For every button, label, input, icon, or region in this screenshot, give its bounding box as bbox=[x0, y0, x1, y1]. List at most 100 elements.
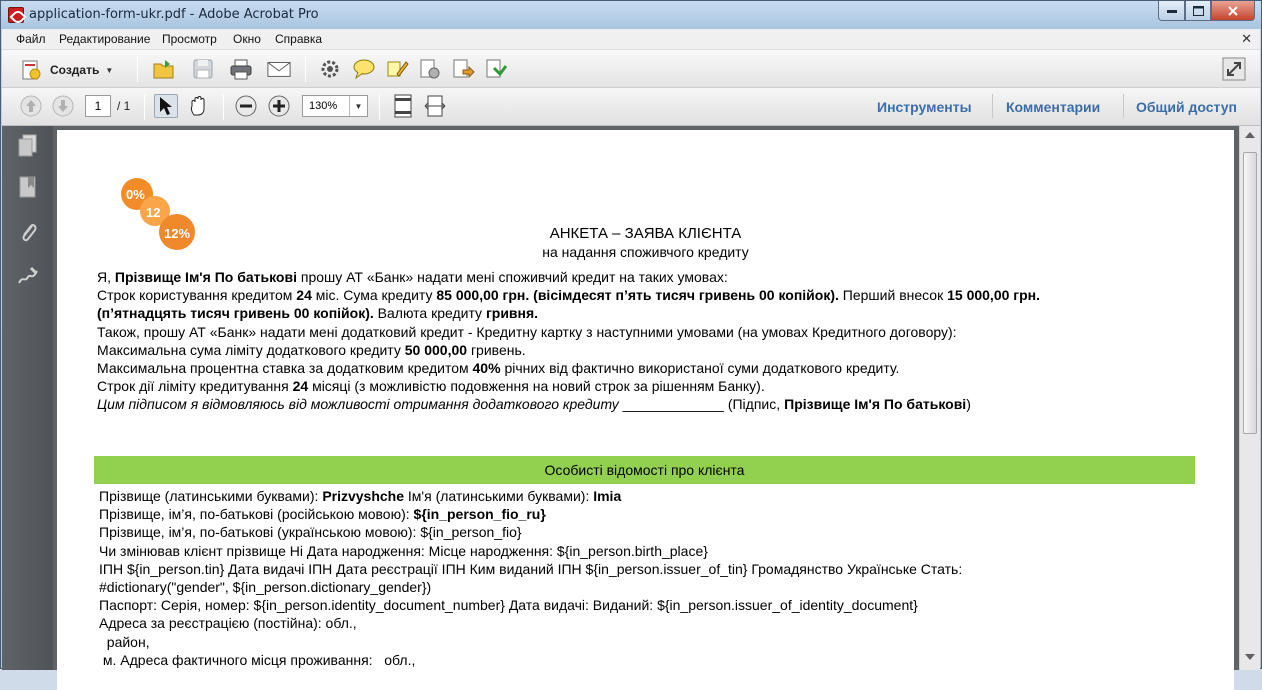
actual-address-line: м. Адреса фактичного місця проживання: о… bbox=[99, 651, 416, 668]
menu-edit[interactable]: Редактирование bbox=[59, 32, 150, 46]
menu-view[interactable]: Просмотр bbox=[162, 32, 217, 46]
form-subtitle: на надання споживчого кредиту bbox=[542, 244, 749, 260]
zoom-level-select[interactable]: 130% ▼ bbox=[302, 95, 368, 117]
additional-credit-line: Також, прошу АТ «Банк» надати мені додат… bbox=[97, 323, 957, 340]
title-bar: application-form-ukr.pdf - Adobe Acrobat… bbox=[1, 1, 1261, 29]
signature-suffix: ) bbox=[966, 396, 971, 413]
select-arrow-icon[interactable] bbox=[154, 94, 178, 118]
limit-term-value: 24 bbox=[292, 378, 309, 395]
redact-icon[interactable] bbox=[418, 57, 442, 81]
page-number-input[interactable]: 1 bbox=[85, 95, 111, 117]
limit-term-label: Строк дії ліміту кредитування bbox=[97, 378, 289, 395]
pdf-page: 0% 12 12% АНКЕТА – ЗАЯВА КЛІЄНТА на нада… bbox=[57, 130, 1234, 690]
toolbar-separator bbox=[223, 94, 224, 120]
maximize-button[interactable] bbox=[1185, 1, 1211, 21]
create-icon bbox=[22, 60, 41, 80]
term-line: Строк користування кредитом 24 міс. Сума… bbox=[97, 286, 1197, 304]
scrollbar-thumb[interactable] bbox=[1243, 152, 1257, 434]
limit-term-suffix: місяці (з можливістю подовження на новий… bbox=[312, 378, 765, 395]
page-thumbnails-icon[interactable] bbox=[16, 134, 40, 158]
term-unit: міс. Сума кредиту bbox=[315, 287, 433, 304]
window-title: application-form-ukr.pdf - Adobe Acrobat… bbox=[29, 7, 319, 22]
acrobat-window: application-form-ukr.pdf - Adobe Acrobat… bbox=[0, 0, 1262, 690]
registration-address-line: Адреса за реєстрацією (постійна): обл., bbox=[99, 615, 357, 632]
intro-suffix: прошу АТ «Банк» надати мені споживчий кр… bbox=[300, 269, 728, 285]
chevron-down-icon: ▼ bbox=[105, 65, 114, 75]
zoom-in-icon[interactable] bbox=[267, 94, 291, 118]
send-icon[interactable] bbox=[484, 57, 508, 81]
max-limit-line: Максимальна сума ліміту додаткового кред… bbox=[97, 341, 1197, 359]
max-limit-value: 50 000,00 bbox=[404, 341, 468, 358]
close-window-button[interactable] bbox=[1211, 1, 1255, 21]
form-title: АНКЕТА – ЗАЯВА КЛІЄНТА bbox=[549, 225, 742, 242]
rate-value: 40% bbox=[472, 360, 501, 377]
toolbar-separator bbox=[137, 56, 138, 82]
chevron-down-icon[interactable]: ▼ bbox=[349, 96, 367, 116]
toolbar-separator bbox=[144, 94, 145, 120]
personal-info-block: Прізвище (латинськими буквами): Prizvysh… bbox=[99, 487, 1199, 669]
term-value: 24 bbox=[296, 287, 312, 304]
down-payment-label: Перший внесок bbox=[842, 287, 944, 304]
save-icon[interactable] bbox=[191, 57, 215, 81]
previous-page-icon[interactable] bbox=[19, 94, 43, 118]
logo-zero-percent: 0% bbox=[126, 187, 145, 202]
logo-twelve: 12 bbox=[146, 205, 160, 220]
zoom-level-value: 130% bbox=[309, 100, 338, 112]
scroll-up-arrow-icon[interactable] bbox=[1245, 132, 1255, 138]
menu-window[interactable]: Окно bbox=[233, 32, 261, 46]
open-icon[interactable] bbox=[152, 57, 176, 81]
menu-file[interactable]: Файл bbox=[16, 32, 46, 46]
scroll-down-arrow-icon[interactable] bbox=[1245, 654, 1255, 660]
intro-line: Я, Прізвище Ім'я По батькові прошу АТ «Б… bbox=[97, 268, 1197, 286]
navigation-toolbar: 1 / 1 130% ▼ Инструменты Комментарии Общ… bbox=[2, 88, 1260, 126]
max-limit-unit: гривень. bbox=[470, 341, 526, 358]
rate-label: Максимальна процентна ставка за додатков… bbox=[97, 360, 469, 377]
district-line: район, bbox=[99, 633, 150, 650]
ua-fio-line: Прізвище, ім’я, по-батькові (українською… bbox=[99, 524, 522, 541]
comment-icon[interactable] bbox=[352, 57, 376, 81]
signature-client-name: Прізвище Ім'я По батькові bbox=[784, 396, 967, 413]
fit-page-icon[interactable] bbox=[391, 94, 415, 118]
signature-blank: _____________ bbox=[622, 396, 724, 413]
settings-gear-icon[interactable] bbox=[318, 57, 342, 81]
toolbar-separator bbox=[305, 56, 306, 82]
vertical-scrollbar[interactable] bbox=[1239, 126, 1260, 670]
share-panel-link[interactable]: Общий доступ bbox=[1136, 99, 1237, 115]
hand-tool-icon[interactable] bbox=[187, 94, 211, 118]
close-document-icon[interactable]: ✕ bbox=[1241, 31, 1252, 47]
panel-separator bbox=[1123, 94, 1124, 118]
email-icon[interactable] bbox=[267, 57, 291, 81]
menu-help[interactable]: Справка bbox=[275, 32, 322, 46]
rate-suffix: річних від фактично використаної суми до… bbox=[504, 360, 900, 377]
main-toolbar: Создать ▼ bbox=[2, 50, 1260, 88]
signatures-icon[interactable] bbox=[16, 264, 40, 288]
bookmarks-icon[interactable] bbox=[16, 176, 40, 200]
highlight-pen-icon[interactable] bbox=[385, 57, 409, 81]
document-viewport[interactable]: 0% 12 12% АНКЕТА – ЗАЯВА КЛІЄНТА на нада… bbox=[53, 126, 1239, 690]
tools-panel-link[interactable]: Инструменты bbox=[877, 99, 972, 115]
zoom-out-icon[interactable] bbox=[234, 94, 258, 118]
birth-line: Чи змінював клієнт прізвище Ні Дата наро… bbox=[99, 542, 708, 559]
latin-surname-value: Prizvyshche bbox=[322, 488, 405, 504]
comments-panel-link[interactable]: Комментарии bbox=[1006, 99, 1100, 115]
rate-line: Максимальна процентна ставка за додатков… bbox=[97, 359, 1197, 377]
refusal-text: Цим підписом я відмовляюсь від можливост… bbox=[97, 396, 619, 413]
client-name: Прізвище Ім'я По батькові bbox=[114, 269, 297, 285]
menu-bar: Файл Редактирование Просмотр Окно Справк… bbox=[2, 29, 1260, 50]
form-body: Я, Прізвище Ім'я По батькові прошу АТ «Б… bbox=[97, 268, 1197, 414]
panel-separator bbox=[992, 94, 993, 118]
create-button[interactable]: Создать ▼ bbox=[20, 58, 113, 82]
currency-value: гривня. bbox=[485, 305, 539, 322]
print-icon[interactable] bbox=[229, 57, 253, 81]
currency-label: Валюта кредиту bbox=[377, 305, 483, 322]
attachments-paperclip-icon[interactable] bbox=[16, 220, 40, 244]
next-page-icon[interactable] bbox=[51, 94, 75, 118]
signature-prefix: (Підпис, bbox=[727, 396, 781, 413]
latin-name-value: Imia bbox=[593, 488, 622, 504]
fit-width-icon[interactable] bbox=[423, 94, 447, 118]
navigation-pane bbox=[2, 126, 53, 670]
minimize-button[interactable] bbox=[1158, 1, 1185, 21]
full-screen-icon[interactable] bbox=[1222, 57, 1246, 81]
export-icon[interactable] bbox=[451, 57, 475, 81]
tin-line: ІПН ${in_person.tin} Дата видачі ІПН Дат… bbox=[99, 560, 963, 577]
